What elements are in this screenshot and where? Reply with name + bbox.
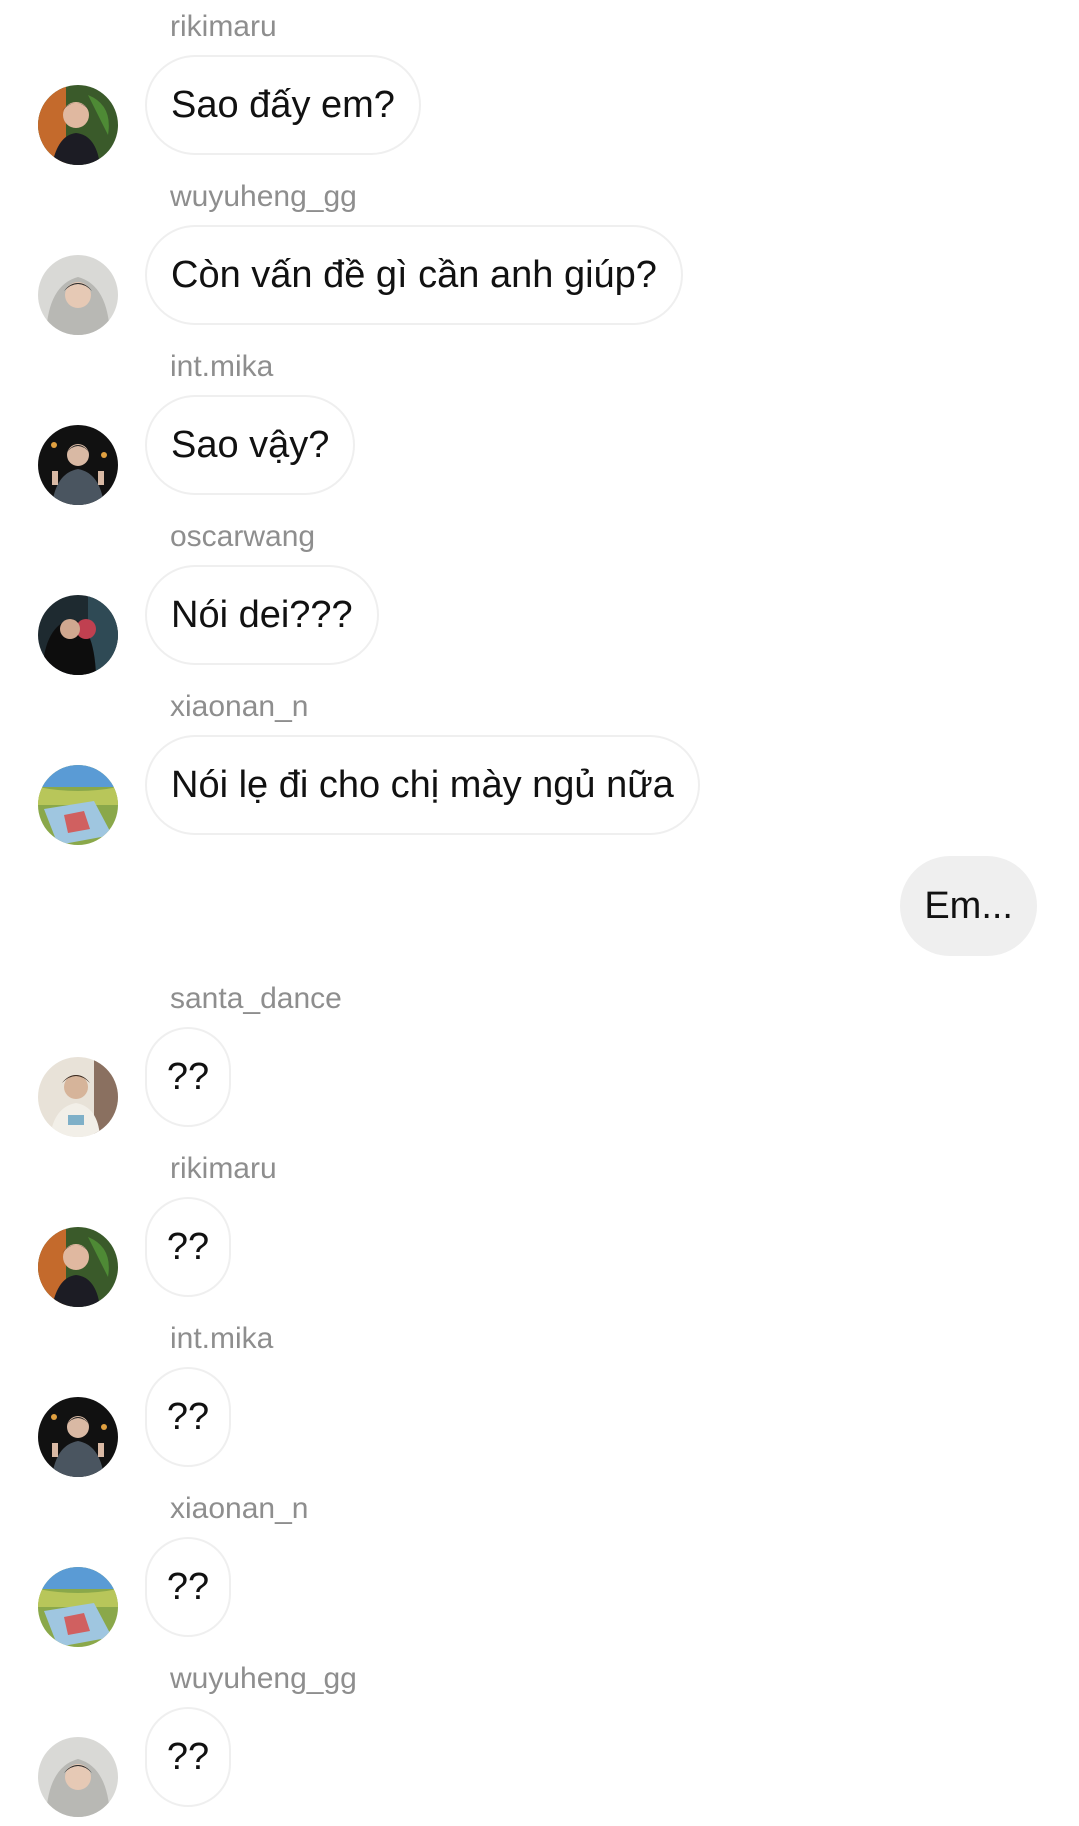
sender-name: rikimaru xyxy=(170,10,277,43)
avatar-oscarwang[interactable] xyxy=(38,595,118,675)
message-bubble[interactable]: ?? xyxy=(145,1197,231,1297)
sender-name: int.mika xyxy=(170,1322,274,1355)
sender-name: rikimaru xyxy=(170,1152,277,1185)
message-bubble[interactable]: Sao vậy? xyxy=(145,395,356,495)
sender-name: oscarwang xyxy=(170,520,316,553)
message-bubble[interactable]: Nói dei??? xyxy=(145,565,379,665)
avatar-xiaonan-n[interactable] xyxy=(38,1567,118,1647)
message-bubble[interactable]: ?? xyxy=(145,1027,231,1127)
avatar-int-mika[interactable] xyxy=(38,425,118,505)
sender-name: xiaonan_n xyxy=(170,690,309,723)
message-bubble[interactable]: Nói lẹ đi cho chị mày ngủ nữa xyxy=(145,735,700,835)
sender-name: santa_dance xyxy=(170,982,342,1015)
message-bubble[interactable]: Còn vấn đề gì cần anh giúp? xyxy=(145,225,683,325)
message-bubble[interactable]: ?? xyxy=(145,1367,231,1467)
sender-name: wuyuheng_gg xyxy=(170,1662,357,1695)
sender-name: int.mika xyxy=(170,350,274,383)
sender-name: xiaonan_n xyxy=(170,1492,309,1525)
avatar-wuyuheng-gg[interactable] xyxy=(38,255,118,335)
message-bubble[interactable]: Sao đấy em? xyxy=(145,55,421,155)
avatar-rikimaru[interactable] xyxy=(38,1227,118,1307)
avatar-wuyuheng-gg[interactable] xyxy=(38,1737,118,1817)
chat-thread: rikimaru Sao đấy em? wuyuheng_gg Còn vấn… xyxy=(0,0,1079,1826)
avatar-int-mika[interactable] xyxy=(38,1397,118,1477)
avatar-rikimaru[interactable] xyxy=(38,85,118,165)
sender-name: wuyuheng_gg xyxy=(170,180,357,213)
message-bubble[interactable]: ?? xyxy=(145,1707,231,1807)
message-bubble[interactable]: ?? xyxy=(145,1537,231,1637)
my-message-bubble[interactable]: Em... xyxy=(900,856,1037,956)
avatar-santa-dance[interactable] xyxy=(38,1057,118,1137)
avatar-xiaonan-n[interactable] xyxy=(38,765,118,845)
